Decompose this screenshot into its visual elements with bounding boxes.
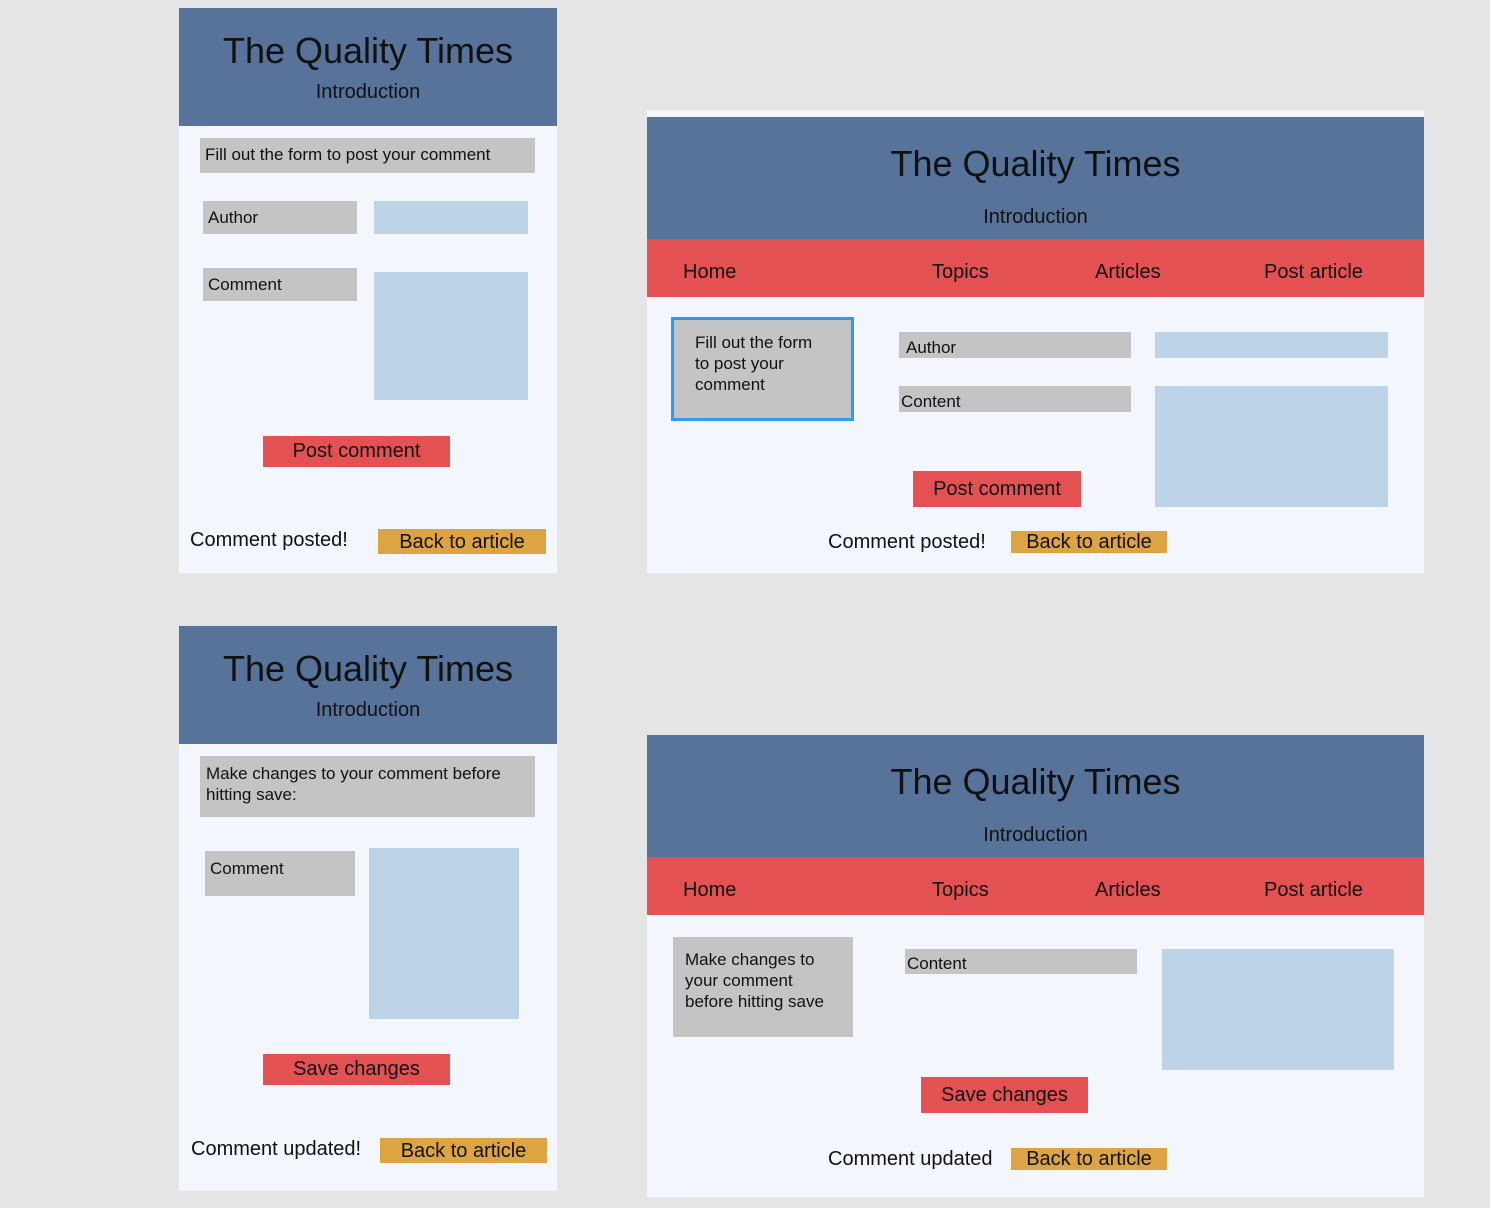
site-header: The Quality Times Introduction bbox=[647, 735, 1424, 857]
author-input[interactable] bbox=[1155, 332, 1388, 358]
nav-item-post-article[interactable]: Post article bbox=[1264, 261, 1363, 284]
edit-comment-mobile-frame: The Quality Times Introduction Make chan… bbox=[179, 626, 557, 1191]
comment-label: Comment bbox=[205, 851, 355, 896]
comment-textarea[interactable] bbox=[374, 272, 528, 400]
status-message: Comment posted! bbox=[828, 531, 986, 553]
form-instruction: Make changes to your comment before hitt… bbox=[200, 756, 535, 817]
site-subtitle: Introduction bbox=[983, 206, 1088, 228]
nav-item-articles[interactable]: Articles bbox=[1095, 879, 1161, 902]
nav-item-home[interactable]: Home bbox=[683, 261, 736, 284]
site-subtitle: Introduction bbox=[315, 699, 421, 721]
site-subtitle: Introduction bbox=[983, 824, 1088, 846]
save-changes-button[interactable]: Save changes bbox=[921, 1077, 1088, 1113]
back-to-article-button[interactable]: Back to article bbox=[1011, 531, 1167, 553]
form-instruction: Make changes to your comment before hitt… bbox=[673, 937, 853, 1037]
status-message: Comment posted! bbox=[190, 529, 348, 551]
main-nav: Home Topics Articles Post article bbox=[647, 239, 1424, 297]
status-message: Comment updated bbox=[828, 1148, 993, 1170]
main-nav: Home Topics Articles Post article bbox=[647, 857, 1424, 915]
back-to-article-button[interactable]: Back to article bbox=[1011, 1148, 1167, 1170]
site-header: The Quality Times Introduction bbox=[647, 117, 1424, 239]
site-title: The Quality Times bbox=[890, 143, 1181, 184]
comment-textarea[interactable] bbox=[369, 848, 519, 1019]
author-label: Author bbox=[899, 332, 1131, 358]
post-comment-mobile-frame: The Quality Times Introduction Fill out … bbox=[179, 8, 557, 573]
nav-item-topics[interactable]: Topics bbox=[932, 261, 989, 284]
content-textarea[interactable] bbox=[1155, 386, 1388, 507]
post-comment-desktop-frame: The Quality Times Introduction Home Topi… bbox=[647, 110, 1424, 573]
comment-label: Comment bbox=[203, 268, 357, 301]
author-input[interactable] bbox=[374, 201, 528, 234]
site-subtitle: Introduction bbox=[315, 81, 421, 103]
back-to-article-button[interactable]: Back to article bbox=[380, 1138, 547, 1163]
content-label: Content bbox=[899, 386, 1131, 412]
site-title: The Quality Times bbox=[222, 30, 514, 71]
site-title: The Quality Times bbox=[222, 648, 514, 689]
site-header: The Quality Times Introduction bbox=[179, 8, 557, 126]
post-comment-button[interactable]: Post comment bbox=[263, 436, 450, 467]
nav-item-post-article[interactable]: Post article bbox=[1264, 879, 1363, 902]
author-label: Author bbox=[203, 201, 357, 234]
status-message: Comment updated! bbox=[191, 1138, 362, 1160]
form-instruction: Fill out the form to post your comment bbox=[200, 138, 535, 173]
site-header: The Quality Times Introduction bbox=[179, 626, 557, 744]
back-to-article-button[interactable]: Back to article bbox=[378, 529, 546, 554]
nav-item-articles[interactable]: Articles bbox=[1095, 261, 1161, 284]
nav-item-topics[interactable]: Topics bbox=[932, 879, 989, 902]
nav-item-home[interactable]: Home bbox=[683, 879, 736, 902]
save-changes-button[interactable]: Save changes bbox=[263, 1054, 450, 1085]
edit-comment-desktop-frame: The Quality Times Introduction Home Topi… bbox=[647, 735, 1424, 1197]
content-textarea[interactable] bbox=[1162, 949, 1394, 1070]
site-title: The Quality Times bbox=[890, 761, 1181, 802]
post-comment-button[interactable]: Post comment bbox=[913, 471, 1081, 507]
form-instruction: Fill out the form to post your comment bbox=[671, 317, 854, 421]
content-label: Content bbox=[905, 949, 1137, 974]
